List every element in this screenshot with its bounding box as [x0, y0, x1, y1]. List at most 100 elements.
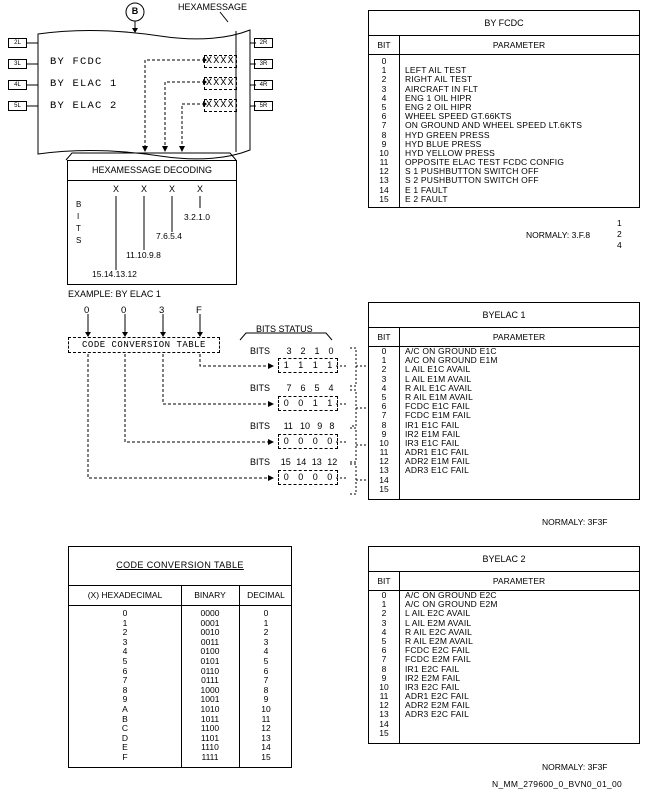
example-label: EXAMPLE: BY ELAC 1 [68, 289, 161, 299]
bits-status-title: BITS STATUS [256, 324, 313, 334]
lsk-5r-button[interactable]: 5R [254, 101, 273, 111]
binary-value: 1111 [201, 751, 219, 762]
bit-11-label: 11 [283, 421, 293, 431]
elac2-table-header: BIT PARAMETER [369, 572, 639, 591]
decoding-bits-t: T [76, 224, 81, 233]
code-table-row: 1 0001 1 [69, 618, 291, 629]
elac2-table-rows: 0 A/C ON GROUND E2C 1 A/C ON GROUND E2M 2 L A… [369, 590, 639, 738]
elac1-table-rows: 0 A/C ON GROUND E1C 1 A/C ON GROUND E1M 2 L A… [369, 346, 639, 494]
bit-3-value: 1 [283, 360, 289, 370]
code-table-row: B 1011 11 [69, 714, 291, 725]
elac1-table: BYELAC 1 BIT PARAMETER 0 A/C ON GROUND E1… [368, 302, 640, 500]
bit-12-value: 0 [327, 472, 333, 482]
decoding-group-2: 11.10.9.8 [126, 250, 161, 260]
decoding-bits-s: S [76, 236, 82, 245]
elac2-table-row: 13 ADR3 E2C FAIL [369, 710, 639, 719]
fcdc-normaly-value-4: 4 [617, 240, 622, 250]
code-table-rows: 0 0000 0 1 0001 1 2 0010 2 3 0011 3 4 0100 4 5 0101 5 6 011… [69, 608, 291, 763]
decoding-x-3: X [169, 184, 176, 194]
bit-10-label: 10 [300, 421, 311, 431]
example-digit-0: 0 [84, 305, 90, 316]
bit-12-label: 12 [327, 457, 338, 467]
bits-group-1-values: 0 0 1 1 [278, 396, 338, 411]
lsk-4l-button[interactable]: 4L [8, 80, 27, 90]
bit-14-label: 14 [296, 457, 307, 467]
bit-15-value: 0 [283, 472, 289, 482]
screen-line-elac1-value: XXXX [204, 77, 237, 90]
elac2-table: BYELAC 2 BIT PARAMETER 0 A/C ON GROUND E2… [368, 546, 640, 744]
decimal-value: 15 [261, 751, 271, 762]
bit-7-value: 0 [283, 398, 289, 408]
parameter-text: ADR3 E1C FAIL [405, 465, 470, 476]
elac1-table-row: 14 [369, 475, 639, 485]
code-conversion-label: CODE CONVERSION TABLE [68, 337, 220, 353]
bits-group-0-label: BITS [250, 346, 271, 356]
decoding-group-1: 7.6.5.4 [156, 231, 182, 241]
decoding-bits-i: I [77, 212, 80, 221]
bit-14-value: 0 [298, 472, 304, 482]
example-digit-2: 3 [159, 305, 165, 316]
code-table-row: 3 0011 3 [69, 637, 291, 648]
code-table-row: 2 0010 2 [69, 628, 291, 638]
example-digit-3: F [196, 305, 202, 316]
screen-line-elac2-value: XXXX [204, 99, 237, 112]
example-digit-1: 0 [121, 305, 127, 316]
bit-header: BIT [377, 40, 391, 50]
elac2-table-row: 15 [369, 727, 639, 738]
bit-1-value: 1 [312, 360, 318, 370]
code-conversion-table: CODE CONVERSION TABLE (X) HEXADECIMAL BI… [68, 546, 292, 768]
fcdc-table-header: BIT PARAMETER [369, 36, 639, 55]
bit-number: 15 [379, 727, 389, 738]
bit-number: 15 [379, 193, 389, 204]
lsk-3l-button[interactable]: 3L [8, 59, 27, 69]
bit-1-label: 1 [314, 346, 320, 356]
code-table-row: E 1110 14 [69, 743, 291, 753]
fcdc-normaly-value-1: 1 [617, 218, 622, 228]
fcdc-normaly-value-2: 2 [617, 229, 622, 239]
bit-15-label: 15 [280, 457, 291, 467]
code-table-row: 8 1000 8 [69, 685, 291, 696]
elac1-table-header: BIT PARAMETER [369, 328, 639, 347]
col-binary-header: BINARY [194, 590, 226, 600]
fcdc-table: BY FCDC BIT PARAMETER 0 1 LEFT AIL TEST 2 RI… [368, 10, 640, 208]
bit-8-value: 0 [327, 436, 333, 446]
bit-9-label: 9 [317, 421, 323, 431]
lsk-3r-button[interactable]: 3R [254, 59, 273, 69]
footer-reference: N_MM_279600_0_BVN0_01_00 [492, 779, 623, 789]
decoding-x-4: X [197, 184, 204, 194]
decoding-bits-b: B [76, 200, 82, 209]
screen-line-elac2-label: BY ELAC 2 [50, 100, 118, 112]
code-table-row: C 1100 12 [69, 724, 291, 734]
screen-line-fcdc-value: XXXX [204, 55, 237, 68]
circle-b-label: B [131, 6, 139, 16]
parameter-header: PARAMETER [492, 40, 546, 50]
bit-6-label: 6 [300, 383, 306, 393]
col-decimal-header: DECIMAL [247, 590, 285, 600]
decoding-title: HEXAMESSAGE DECODING [68, 161, 236, 181]
code-table-row: 9 1001 9 [69, 695, 291, 705]
code-table-row: A 1010 10 [69, 704, 291, 715]
decoding-group-3: 15.14.13.12 [92, 269, 137, 279]
bit-header: BIT [377, 332, 391, 342]
lsk-2l-button[interactable]: 2L [8, 38, 27, 48]
parameter-header: PARAMETER [492, 332, 546, 342]
bits-group-3-label: BITS [250, 457, 271, 467]
bit-header: BIT [377, 576, 391, 586]
bit-3-label: 3 [286, 346, 292, 356]
lsk-4r-button[interactable]: 4R [254, 80, 273, 90]
bit-0-value: 1 [327, 360, 333, 370]
hex-value: F [122, 751, 128, 762]
decoding-x-1: X [113, 184, 120, 194]
screen-line-fcdc-label: BY FCDC [50, 56, 103, 68]
bit-8-label: 8 [329, 421, 335, 431]
lsk-2r-button[interactable]: 2R [254, 38, 273, 48]
bit-10-value: 0 [298, 436, 304, 446]
bits-group-1-numbers: 7 6 5 4 [282, 383, 338, 393]
bits-group-2-label: BITS [250, 421, 271, 431]
lsk-5l-button[interactable]: 5L [8, 101, 27, 111]
bits-group-0-numbers: 3 2 1 0 [282, 346, 338, 356]
elac1-table-title: BYELAC 1 [369, 303, 639, 328]
elac2-table-row: 14 [369, 719, 639, 729]
bit-13-label: 13 [311, 457, 322, 467]
elac1-table-row: 13 ADR3 E1C FAIL [369, 466, 639, 475]
